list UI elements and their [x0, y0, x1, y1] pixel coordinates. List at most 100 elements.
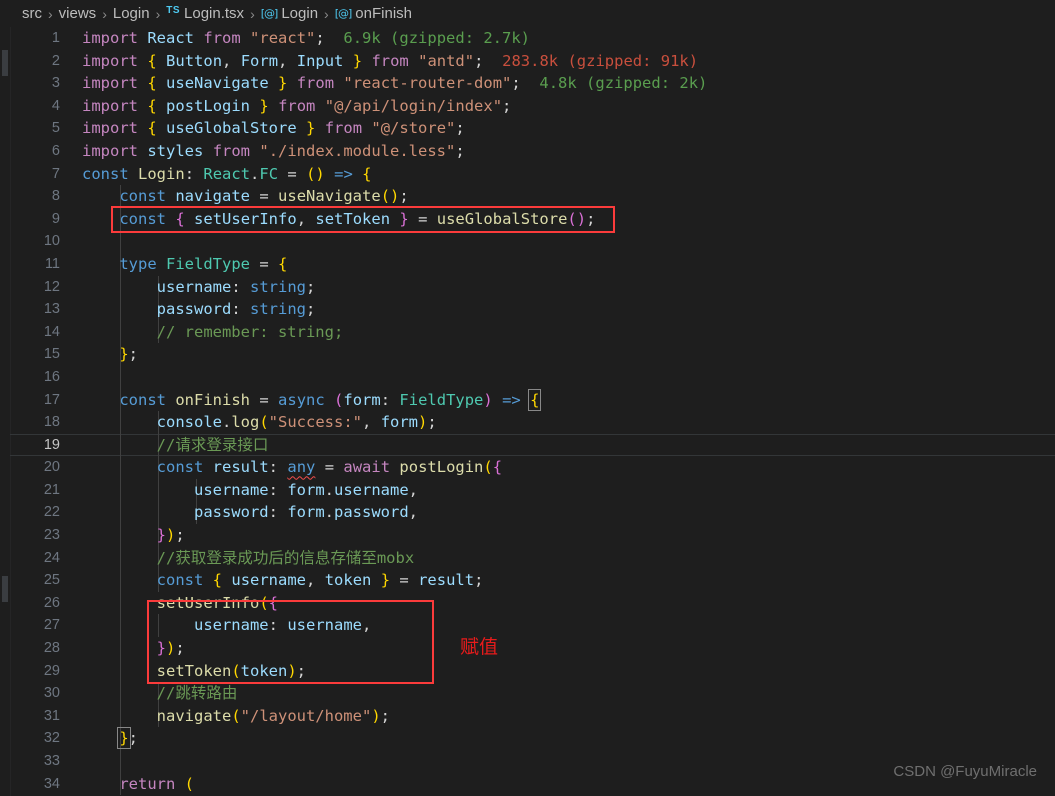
line-number: 3 — [51, 75, 60, 92]
line-content[interactable]: const { setUserInfo, setToken } = useGlo… — [82, 208, 595, 231]
code-line[interactable]: 9 const { setUserInfo, setToken } = useG… — [10, 207, 1055, 231]
typescript-file-icon: TS — [166, 5, 181, 16]
line-content[interactable]: }; — [82, 343, 138, 366]
line-number: 5 — [51, 120, 60, 137]
line-content[interactable]: password: form.password, — [82, 501, 418, 524]
line-content[interactable] — [82, 366, 91, 389]
code-line[interactable]: 12 username: string; — [10, 275, 1055, 299]
line-content[interactable]: return ( — [82, 773, 194, 796]
breadcrumb-separator-icon: › — [250, 5, 255, 22]
breadcrumb-separator-icon: › — [324, 5, 329, 22]
line-content[interactable]: import { Button, Form, Input } from "ant… — [82, 50, 698, 73]
code-line[interactable]: 26 setUserInfo({ — [10, 591, 1055, 615]
code-line[interactable]: 3 import { useNavigate } from "react-rou… — [10, 72, 1055, 95]
line-number: 9 — [51, 210, 60, 227]
line-content[interactable]: password: string; — [82, 298, 316, 321]
line-number: 1 — [51, 30, 60, 46]
code-line-active[interactable]: 19 //请求登录接口 — [10, 433, 1055, 457]
line-content[interactable]: username: string; — [82, 276, 316, 299]
line-content[interactable]: //获取登录成功后的信息存储至mobx — [82, 547, 415, 570]
code-line[interactable]: 18 console.log("Success:", form); — [10, 411, 1055, 434]
line-number: 21 — [43, 481, 60, 498]
breadcrumb-separator-icon: › — [102, 5, 107, 22]
breadcrumb-item-views[interactable]: views — [59, 5, 97, 22]
breadcrumb-item-file[interactable]: Login.tsx — [184, 5, 244, 22]
code-line[interactable]: 20 const result: any = await postLogin({ — [10, 456, 1055, 479]
line-content[interactable]: const { username, token } = result; — [82, 569, 484, 592]
code-line[interactable]: 13 password: string; — [10, 298, 1055, 321]
line-content[interactable]: const Login: React.FC = () => { — [82, 163, 371, 186]
overview-ruler-mark — [2, 50, 8, 76]
breadcrumb-item-symbol-login[interactable]: Login — [281, 5, 318, 22]
line-content[interactable]: //请求登录接口 — [82, 434, 269, 457]
code-line[interactable]: 17 const onFinish = async (form: FieldTy… — [10, 388, 1055, 412]
line-number: 34 — [43, 775, 60, 792]
diagnostic-squiggle-any: any — [287, 458, 316, 477]
line-content[interactable]: import styles from "./index.module.less"… — [82, 140, 465, 163]
line-content[interactable]: const onFinish = async (form: FieldType)… — [82, 388, 542, 412]
code-line[interactable]: 29 setToken(token); — [10, 659, 1055, 683]
code-line[interactable]: 11 type FieldType = { — [10, 252, 1055, 276]
code-line[interactable]: 2 import { Button, Form, Input } from "a… — [10, 50, 1055, 73]
line-number: 12 — [43, 278, 60, 295]
code-line[interactable]: 1 import React from "react"; 6.9k (gzipp… — [10, 27, 1055, 50]
breadcrumb-item-src[interactable]: src — [22, 5, 42, 22]
code-line[interactable]: 4 import { postLogin } from "@/api/login… — [10, 95, 1055, 118]
code-line[interactable]: 25 const { username, token } = result; — [10, 569, 1055, 592]
code-line[interactable]: 8 const navigate = useNavigate(); — [10, 185, 1055, 208]
code-content-area[interactable]: 1 import React from "react"; 6.9k (gzipp… — [10, 27, 1055, 796]
code-line[interactable]: 31 navigate("/layout/home"); — [10, 704, 1055, 728]
code-line[interactable]: 27 username: username, — [10, 614, 1055, 638]
line-number: 11 — [44, 255, 60, 272]
symbol-method-icon: [@] — [334, 7, 353, 20]
line-content[interactable] — [82, 750, 91, 773]
code-line[interactable]: 15 }; — [10, 343, 1055, 366]
line-content[interactable]: import { useNavigate } from "react-route… — [82, 72, 707, 95]
line-content[interactable]: import React from "react"; 6.9k (gzipped… — [82, 27, 530, 50]
line-content[interactable]: type FieldType = { — [82, 253, 287, 276]
line-content[interactable]: username: username, — [82, 614, 371, 637]
line-content[interactable]: // remember: string; — [82, 321, 344, 344]
line-number: 33 — [43, 753, 60, 769]
breadcrumb[interactable]: src › views › Login › TS Login.tsx › [@]… — [10, 0, 1055, 27]
line-content[interactable]: setToken(token); — [82, 660, 306, 683]
code-line[interactable]: 14 // remember: string; — [10, 320, 1055, 344]
line-content[interactable]: const navigate = useNavigate(); — [82, 185, 408, 208]
line-content[interactable]: //跳转路由 — [82, 682, 238, 705]
code-line[interactable]: 10 — [10, 230, 1055, 253]
line-number: 7 — [51, 165, 60, 182]
line-content[interactable]: }; — [82, 727, 138, 750]
breadcrumb-item-login-dir[interactable]: Login — [113, 5, 150, 22]
code-line[interactable]: 5 import { useGlobalStore } from "@/stor… — [10, 117, 1055, 140]
line-content[interactable] — [82, 230, 91, 253]
line-content[interactable]: const result: any = await postLogin({ — [82, 456, 502, 479]
code-line[interactable]: 23 }); — [10, 524, 1055, 547]
line-number: 24 — [43, 549, 60, 566]
code-line[interactable]: 6 import styles from "./index.module.les… — [10, 140, 1055, 163]
code-line[interactable]: 21 username: form.username, — [10, 478, 1055, 502]
symbol-method-icon: [@] — [260, 7, 279, 20]
line-number: 14 — [43, 323, 60, 340]
line-content[interactable]: import { useGlobalStore } from "@/store"… — [82, 117, 465, 140]
code-line[interactable]: 22 password: form.password, — [10, 501, 1055, 525]
line-content[interactable]: setUserInfo({ — [82, 592, 278, 615]
code-line[interactable]: 30 //跳转路由 — [10, 682, 1055, 705]
code-line[interactable]: 24 //获取登录成功后的信息存储至mobx — [10, 546, 1055, 570]
line-number: 17 — [43, 391, 60, 408]
line-content[interactable]: navigate("/layout/home"); — [82, 705, 390, 728]
overview-ruler-mark — [2, 576, 8, 602]
breadcrumb-separator-icon: › — [48, 5, 53, 22]
line-content[interactable]: username: form.username, — [82, 479, 418, 502]
code-line[interactable]: 16 — [10, 365, 1055, 389]
line-content[interactable]: }); — [82, 524, 185, 547]
line-content[interactable]: import { postLogin } from "@/api/login/i… — [82, 95, 511, 118]
breadcrumb-item-symbol-onfinish[interactable]: onFinish — [355, 5, 412, 22]
line-content[interactable]: }); — [82, 637, 185, 660]
line-content[interactable]: console.log("Success:", form); — [82, 411, 437, 434]
line-number: 22 — [43, 504, 60, 521]
code-line[interactable]: 32 }; — [10, 727, 1055, 750]
code-line[interactable]: 28 }); — [10, 637, 1055, 660]
line-number: 18 — [43, 414, 60, 431]
code-editor-window: src › views › Login › TS Login.tsx › [@]… — [0, 0, 1055, 796]
code-line[interactable]: 7 const Login: React.FC = () => { — [10, 163, 1055, 186]
